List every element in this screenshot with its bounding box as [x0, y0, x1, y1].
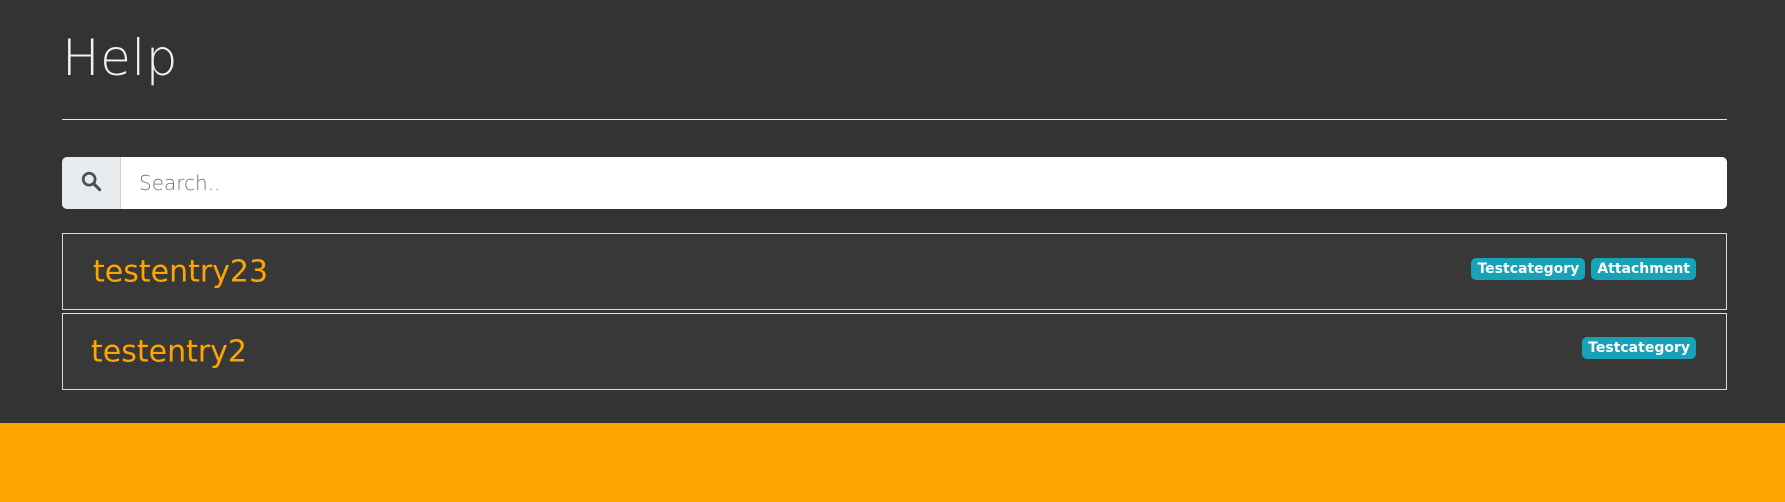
footer-bar — [0, 423, 1785, 502]
help-entry[interactable]: testentry23 Testcategory Attachment — [62, 233, 1727, 310]
search-icon-addon[interactable] — [62, 157, 121, 209]
entry-badges: Testcategory Attachment — [1471, 258, 1696, 280]
attachment-badge: Attachment — [1591, 258, 1696, 280]
entry-title-link[interactable]: testentry2 — [91, 334, 247, 369]
page-title: Help — [62, 29, 178, 87]
entry-badges: Testcategory — [1582, 337, 1696, 359]
search-input[interactable] — [121, 157, 1727, 209]
title-divider — [62, 119, 1727, 120]
search-group — [62, 157, 1727, 209]
entry-title-link[interactable]: testentry23 — [93, 254, 268, 289]
search-icon — [80, 170, 102, 196]
category-badge: Testcategory — [1582, 337, 1696, 359]
category-badge: Testcategory — [1471, 258, 1586, 280]
help-entry[interactable]: testentry2 Testcategory — [62, 313, 1727, 390]
